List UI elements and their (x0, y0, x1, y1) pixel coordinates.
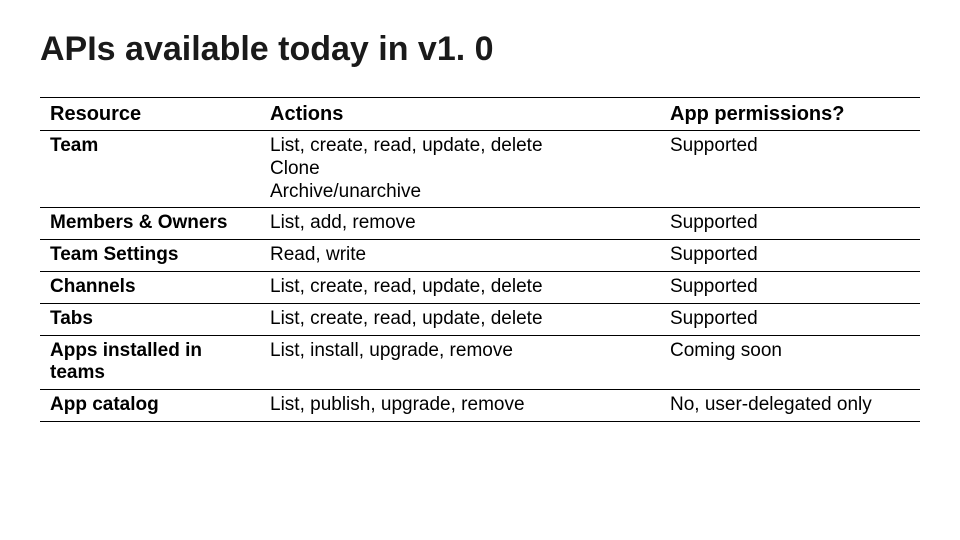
actions-cell: List, create, read, update, delete (260, 303, 660, 335)
action-line: List, install, upgrade, remove (270, 340, 650, 363)
resource-cell: Members & Owners (40, 208, 260, 240)
resource-cell: Channels (40, 271, 260, 303)
actions-cell: List, install, upgrade, remove (260, 335, 660, 390)
actions-cell: List, add, remove (260, 208, 660, 240)
resource-cell: Tabs (40, 303, 260, 335)
permissions-cell: Supported (660, 271, 920, 303)
table-row: Channels List, create, read, update, dele… (40, 271, 920, 303)
action-line: List, add, remove (270, 212, 650, 235)
action-line: Clone (270, 158, 650, 181)
table-header-row: Resource Actions App permissions? (40, 98, 920, 131)
table-row: TeamList, create, read, update, deleteCl… (40, 131, 920, 208)
col-header-resource: Resource (40, 98, 260, 131)
permissions-cell: Supported (660, 303, 920, 335)
permissions-cell: Supported (660, 208, 920, 240)
permissions-cell: Supported (660, 131, 920, 208)
table-row: Members & Owners List, add, remove Support… (40, 208, 920, 240)
table-row: App catalog List, publish, upgrade, remov… (40, 390, 920, 422)
actions-cell: List, create, read, update, delete (260, 271, 660, 303)
table-row: Tabs List, create, read, update, delete Su… (40, 303, 920, 335)
action-line: Archive/unarchive (270, 181, 650, 204)
permissions-cell: Coming soon (660, 335, 920, 390)
action-line: List, create, read, update, delete (270, 308, 650, 331)
resource-cell: Team (40, 131, 260, 208)
action-line: List, create, read, update, delete (270, 276, 650, 299)
action-line: List, publish, upgrade, remove (270, 394, 650, 417)
table-row: Apps installed in teams List, install, up… (40, 335, 920, 390)
actions-cell: List, create, read, update, deleteCloneA… (260, 131, 660, 208)
col-header-permissions: App permissions? (660, 98, 920, 131)
actions-cell: Read, write (260, 240, 660, 272)
actions-cell: List, publish, upgrade, remove (260, 390, 660, 422)
permissions-cell: Supported (660, 240, 920, 272)
action-line: Read, write (270, 244, 650, 267)
api-table: Resource Actions App permissions? TeamLi… (40, 97, 920, 422)
col-header-actions: Actions (260, 98, 660, 131)
table-row: Team Settings Read, write Supported (40, 240, 920, 272)
permissions-cell: No, user-delegated only (660, 390, 920, 422)
action-line: List, create, read, update, delete (270, 135, 650, 158)
resource-cell: Apps installed in teams (40, 335, 260, 390)
resource-cell: Team Settings (40, 240, 260, 272)
resource-cell: App catalog (40, 390, 260, 422)
page-title: APIs available today in v1. 0 (40, 30, 920, 69)
